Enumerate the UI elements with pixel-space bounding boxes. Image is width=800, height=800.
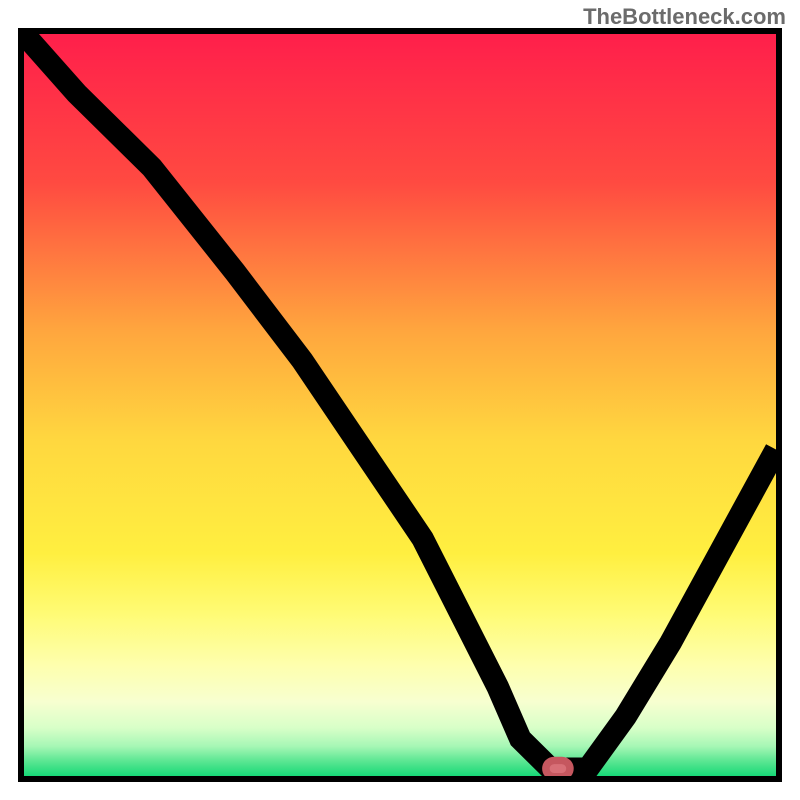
- bottleneck-marker: [546, 760, 570, 776]
- bottleneck-curve: [24, 34, 776, 769]
- curve-layer: [24, 34, 776, 776]
- plot-frame: [18, 28, 782, 782]
- plot-area: [24, 34, 776, 776]
- watermark-label: TheBottleneck.com: [583, 4, 786, 30]
- chart-container: TheBottleneck.com: [0, 0, 800, 800]
